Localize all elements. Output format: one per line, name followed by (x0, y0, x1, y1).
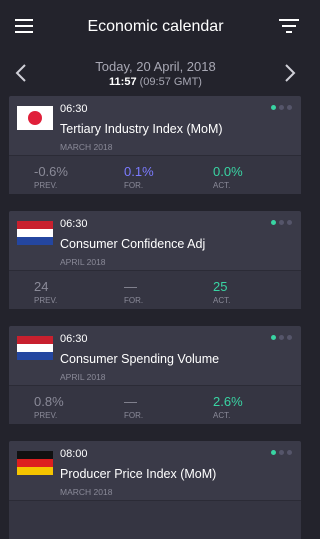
importance-dots-icon (271, 220, 293, 225)
date-navigation: Today, 20 April, 2018 11:57 (09:57 GMT) (0, 52, 311, 94)
event-title: Tertiary Industry Index (MoM) (60, 122, 223, 136)
event-period: APRIL 2018 (60, 372, 106, 382)
chevron-right-icon[interactable] (275, 59, 303, 87)
previous-value: 0.8% (34, 394, 64, 409)
event-card[interactable]: 08:00 Producer Price Index (MoM) MARCH 2… (9, 441, 301, 539)
actual-label: ACT. (213, 181, 231, 190)
previous-value: 24 (34, 279, 49, 294)
event-title: Consumer Confidence Adj (60, 237, 206, 251)
germany-flag-icon (17, 451, 53, 475)
current-time: 11:57 (09:57 GMT) (0, 76, 311, 88)
importance-dots-icon (271, 450, 293, 455)
actual-label: ACT. (213, 411, 231, 420)
japan-flag-icon (17, 106, 53, 130)
netherlands-flag-icon (17, 221, 53, 245)
forecast-value: — (124, 394, 137, 409)
forecast-value: — (124, 279, 137, 294)
page-title: Economic calendar (87, 18, 224, 35)
actual-value: 0.0% (213, 164, 243, 179)
event-period: APRIL 2018 (60, 257, 106, 267)
importance-dots-icon (271, 105, 293, 110)
previous-value: -0.6% (34, 164, 68, 179)
event-period: MARCH 2018 (60, 142, 113, 152)
event-title: Consumer Spending Volume (60, 352, 220, 366)
forecast-label: FOR. (124, 181, 144, 190)
previous-label: PREV. (34, 411, 58, 420)
event-period: MARCH 2018 (60, 487, 113, 497)
event-time: 06:30 (60, 333, 88, 345)
event-values (9, 501, 301, 539)
event-card[interactable]: 06:30 Consumer Confidence Adj APRIL 2018… (9, 211, 301, 309)
event-time: 06:30 (60, 103, 88, 115)
importance-dots-icon (271, 335, 293, 340)
previous-label: PREV. (34, 296, 58, 305)
event-time: 06:30 (60, 218, 88, 230)
event-card[interactable]: 06:30 Tertiary Industry Index (MoM) MARC… (9, 96, 301, 194)
netherlands-flag-icon (17, 336, 53, 360)
forecast-value: 0.1% (124, 164, 154, 179)
current-date: Today, 20 April, 2018 (95, 59, 216, 74)
actual-value: 2.6% (213, 394, 243, 409)
gmt-time: (09:57 GMT) (136, 76, 202, 88)
filter-icon[interactable] (277, 14, 301, 38)
previous-label: PREV. (34, 181, 58, 190)
forecast-label: FOR. (124, 296, 144, 305)
forecast-label: FOR. (124, 411, 144, 420)
event-time: 08:00 (60, 448, 88, 460)
event-card[interactable]: 06:30 Consumer Spending Volume APRIL 201… (9, 326, 301, 424)
local-time: 11:57 (109, 76, 137, 88)
event-values: 24 PREV. — FOR. 25 ACT. (9, 271, 301, 309)
event-title: Producer Price Index (MoM) (60, 467, 217, 481)
event-values: -0.6% PREV. 0.1% FOR. 0.0% ACT. (9, 156, 301, 194)
event-values: 0.8% PREV. — FOR. 2.6% ACT. (9, 386, 301, 424)
actual-value: 25 (213, 279, 228, 294)
actual-label: ACT. (213, 296, 231, 305)
app-header: Economic calendar (0, 0, 311, 52)
